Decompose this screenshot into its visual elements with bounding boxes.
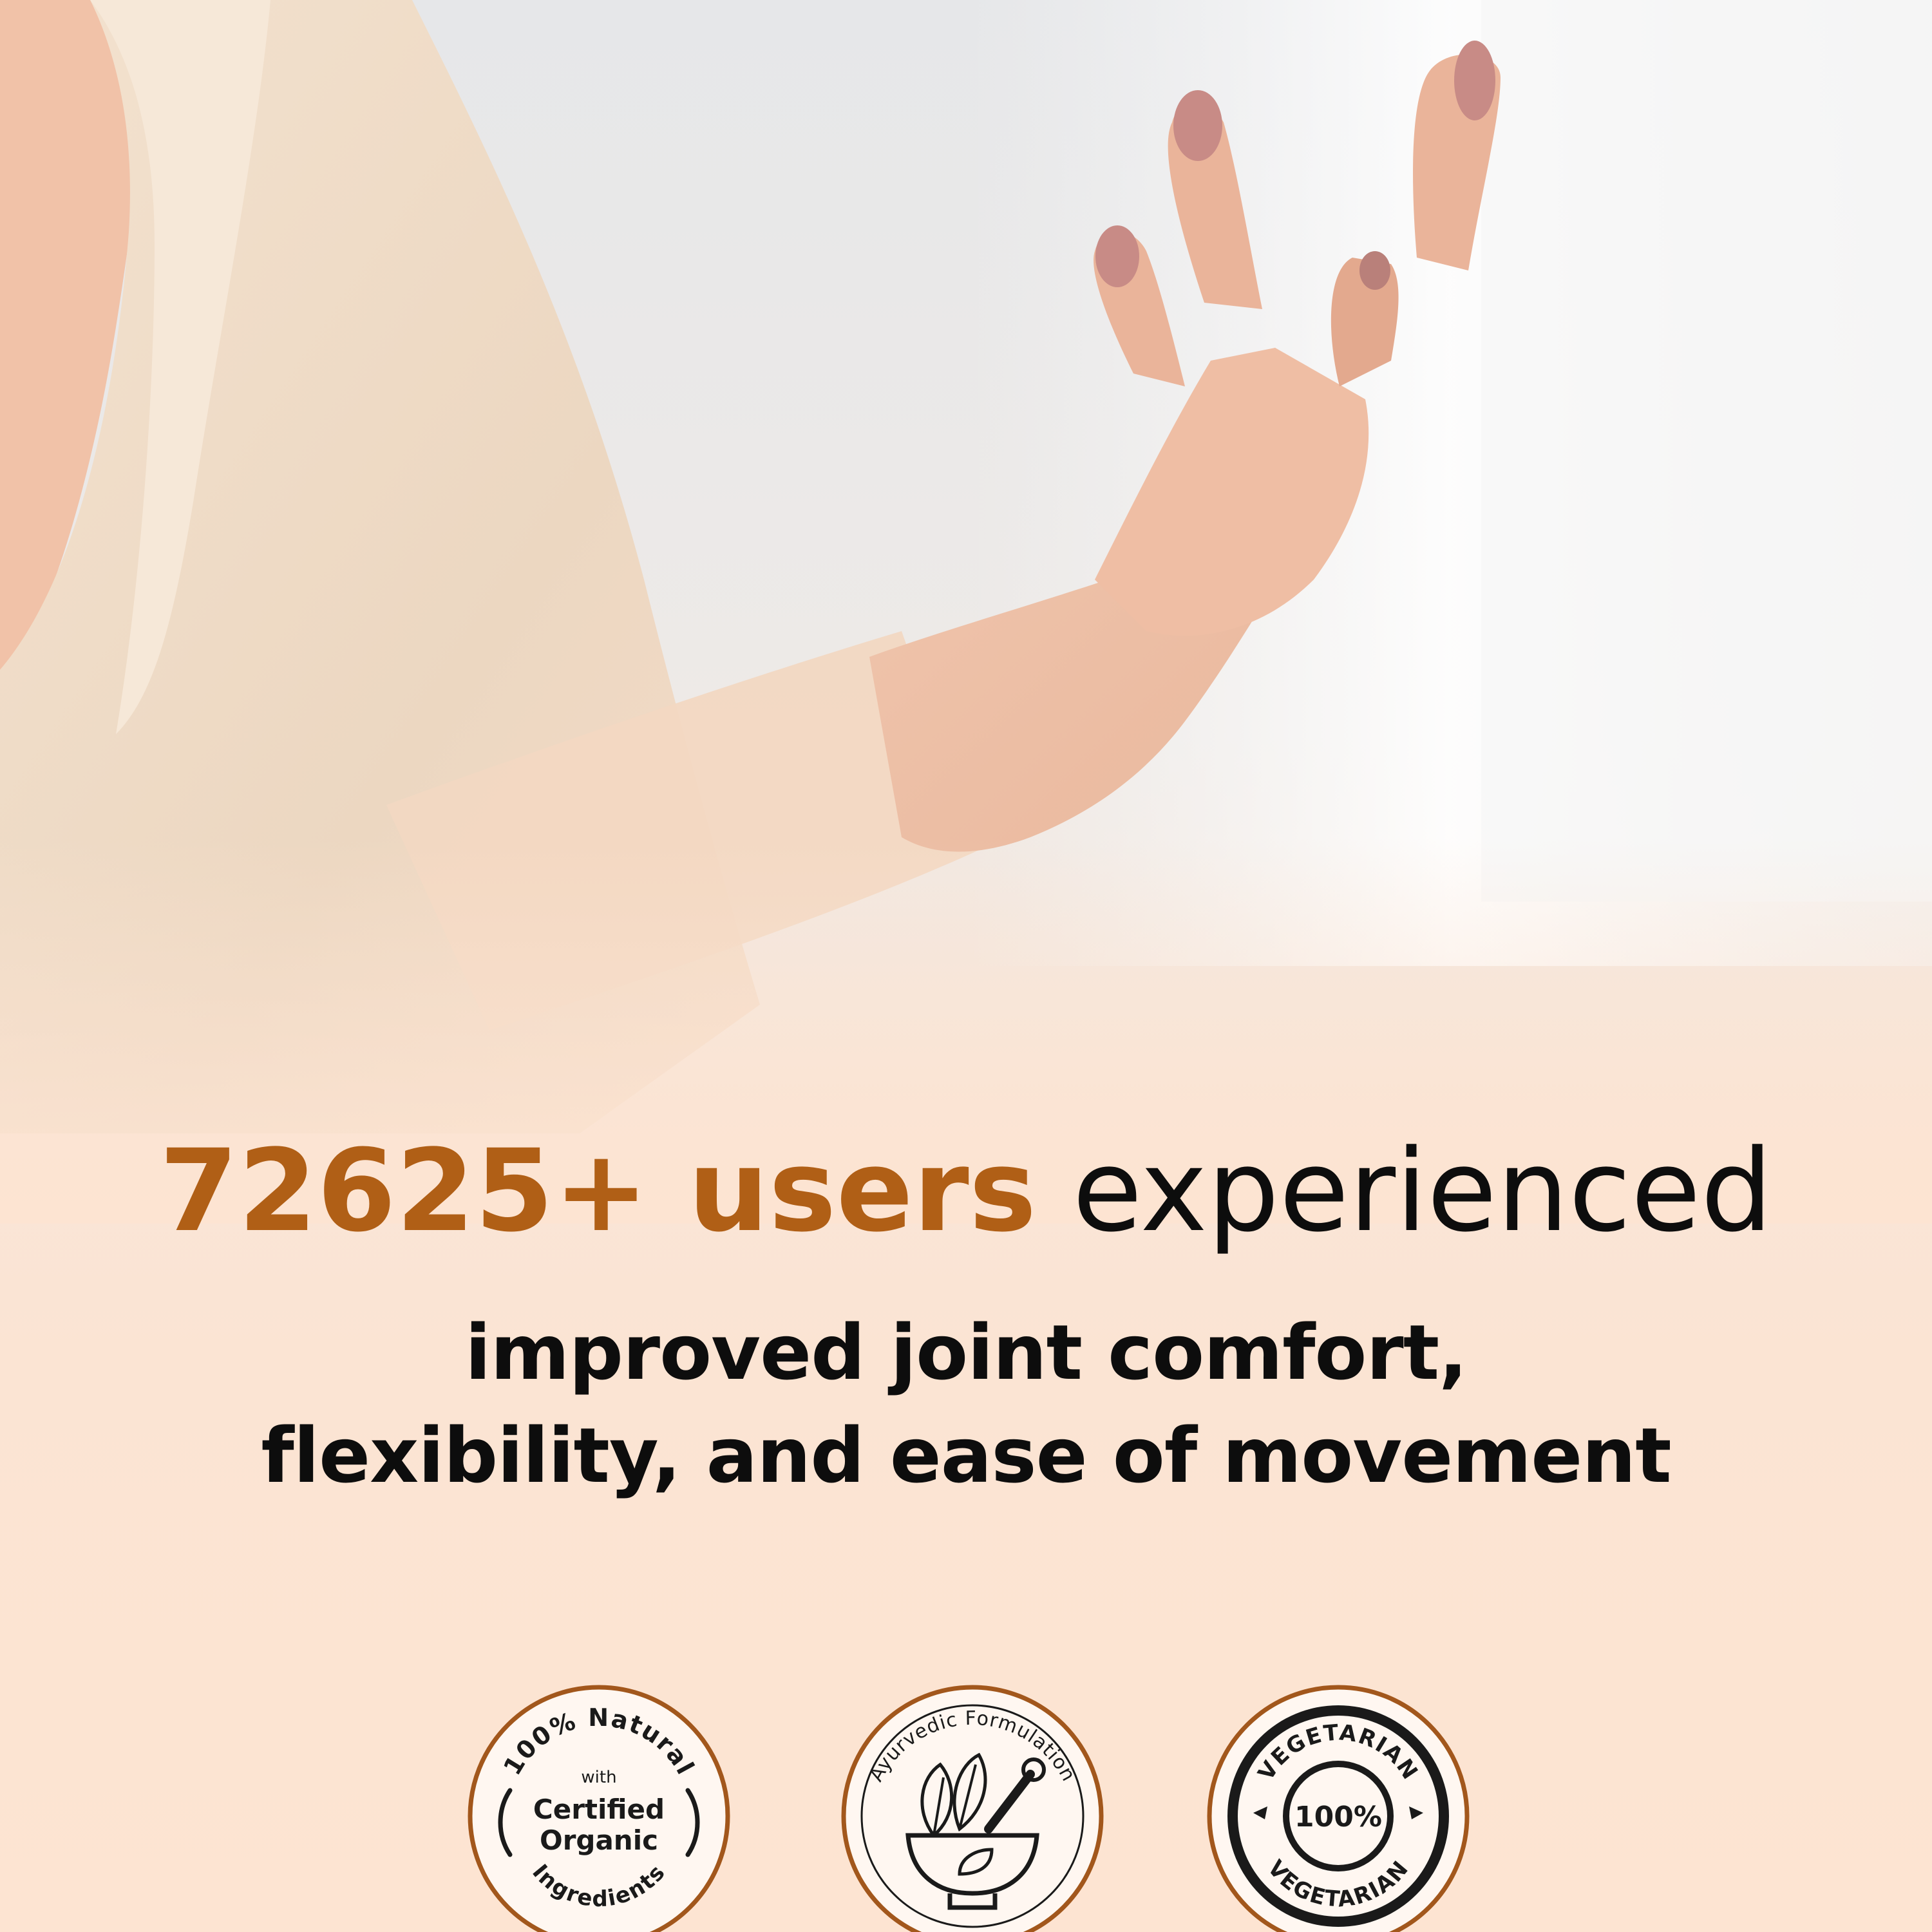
subheadline-line-2: flexibility, and ease of movement: [261, 1411, 1671, 1500]
ad-canvas: 72625+ users experienced improved joint …: [0, 0, 1932, 1932]
subheadline-line-1: improved joint comfort,: [465, 1308, 1468, 1397]
natural-ingredients-badge: 100% Natural Ingredients with Certified …: [464, 1681, 734, 1932]
hero-photo: [0, 0, 1932, 1224]
ayurvedic-formulation-badge: Ayurvedic Formulation: [837, 1681, 1108, 1932]
badge-natural-small: with: [581, 1768, 616, 1787]
mortar-pestle-herbs-icon: Ayurvedic Formulation: [841, 1685, 1104, 1932]
vegetarian-stamp-icon: VEGETARIAN VEGETARIAN 100%: [1207, 1685, 1470, 1932]
badge-natural-line2: Organic: [540, 1824, 658, 1856]
headline-accent: 72625+ users: [159, 1125, 1037, 1257]
headline-rest: experienced: [1072, 1125, 1773, 1257]
headline: 72625+ users experienced: [0, 1121, 1932, 1262]
badge-natural-line1: Certified: [533, 1794, 665, 1825]
organic-seal-icon: 100% Natural Ingredients with Certified …: [468, 1685, 730, 1932]
badge-vegetarian-center: 100%: [1294, 1801, 1382, 1833]
vegetarian-badge: VEGETARIAN VEGETARIAN 100%: [1203, 1681, 1473, 1932]
